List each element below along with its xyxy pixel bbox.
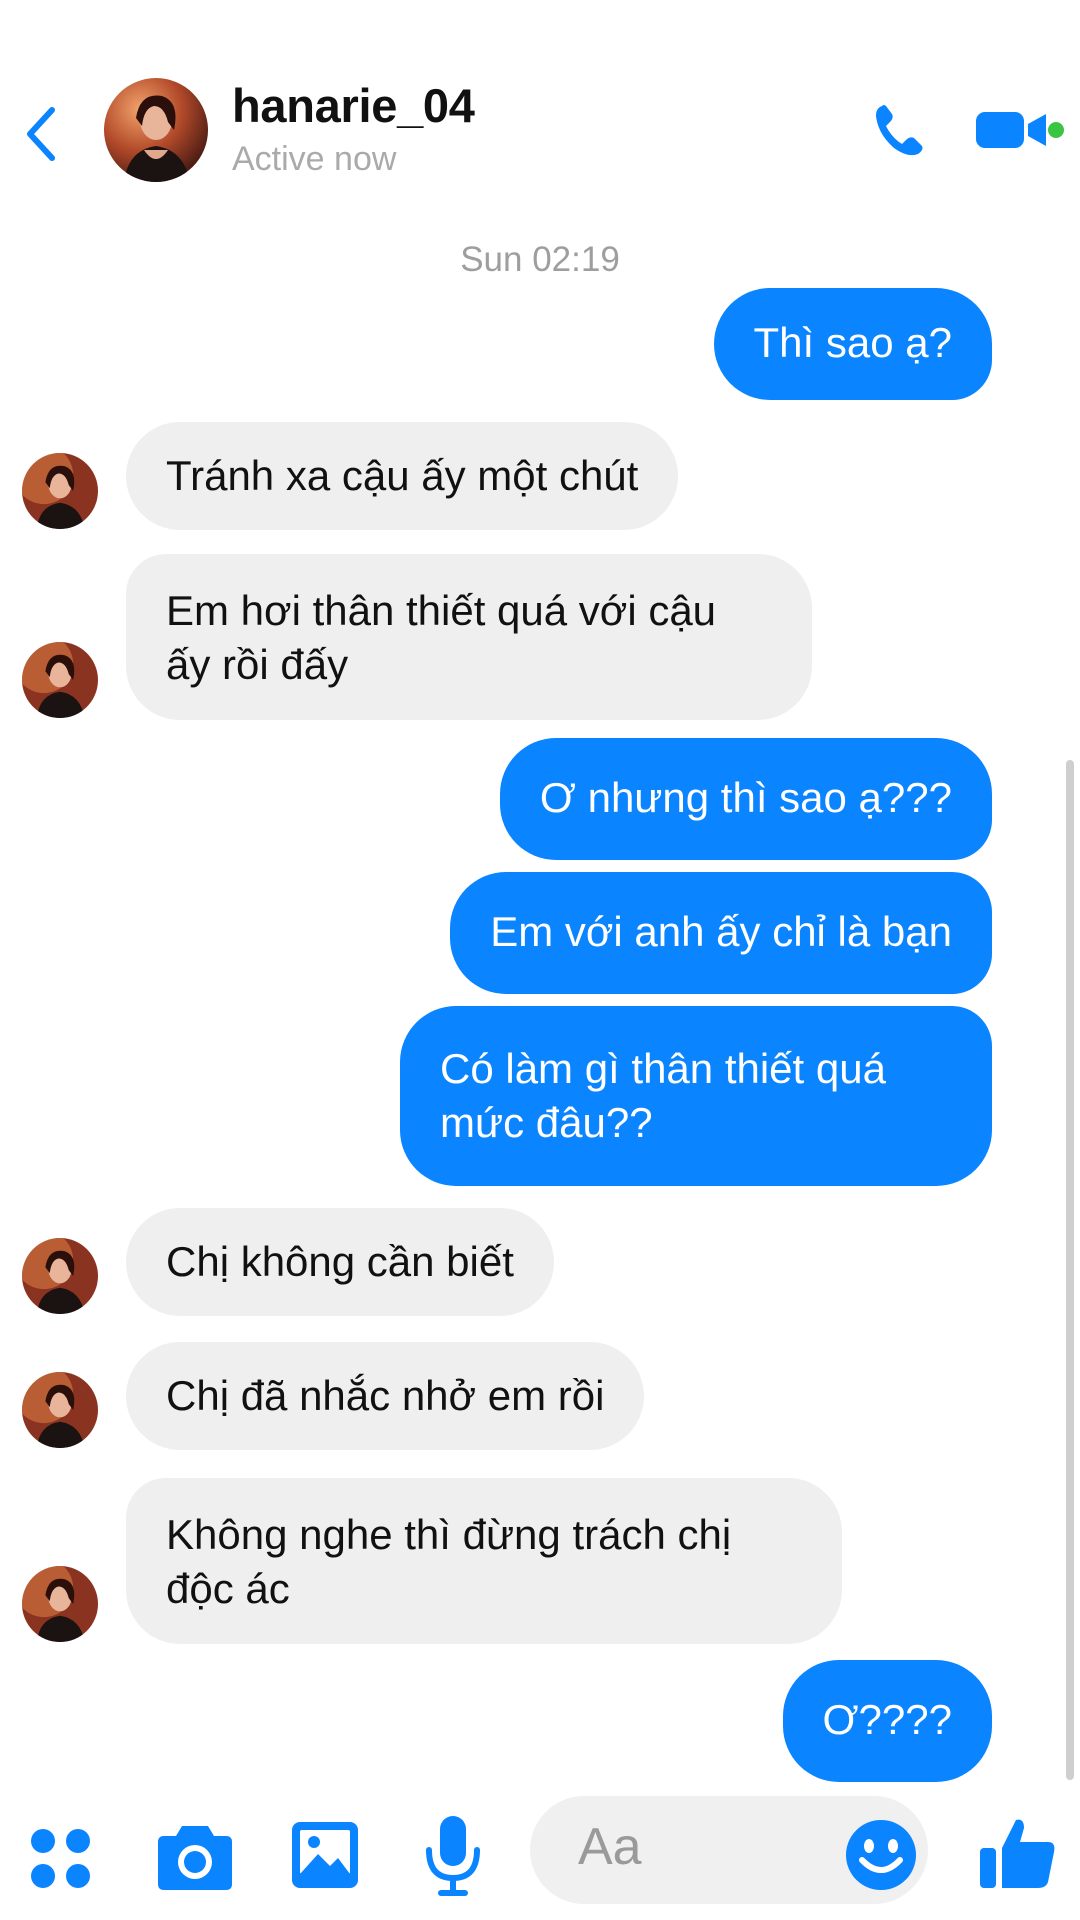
back-chevron-icon[interactable] bbox=[22, 104, 62, 164]
video-camera-icon[interactable] bbox=[976, 106, 1048, 154]
sender-avatar bbox=[22, 1372, 98, 1448]
apps-grid-icon[interactable] bbox=[28, 1826, 98, 1896]
phone-icon[interactable] bbox=[868, 100, 928, 160]
received-message[interactable]: Không nghe thì đừng trách chị độc ác bbox=[126, 1478, 842, 1644]
sent-message[interactable]: Có làm gì thân thiết quá mức đâu?? bbox=[400, 1006, 992, 1186]
scrollbar[interactable] bbox=[1066, 760, 1074, 1780]
emoji-icon[interactable] bbox=[844, 1818, 918, 1892]
active-status: Active now bbox=[232, 140, 397, 178]
sender-avatar bbox=[22, 453, 98, 529]
gallery-icon[interactable] bbox=[290, 1820, 360, 1890]
sent-message[interactable]: Ơ nhưng thì sao ạ??? bbox=[499, 738, 992, 860]
received-message[interactable]: Chị đã nhắc nhở em rồi bbox=[126, 1342, 645, 1450]
camera-icon[interactable] bbox=[156, 1820, 234, 1892]
message-input-placeholder: Aa bbox=[578, 1818, 642, 1876]
online-indicator bbox=[1048, 122, 1064, 138]
received-message[interactable]: Tránh xa cậu ấy một chút bbox=[126, 422, 679, 530]
sent-message[interactable]: Ơ???? bbox=[782, 1660, 992, 1782]
sent-message[interactable]: Em với anh ấy chỉ là bạn bbox=[450, 872, 992, 994]
sender-avatar bbox=[22, 642, 98, 718]
thumbs-up-icon[interactable] bbox=[978, 1812, 1058, 1892]
message-timestamp: Sun 02:19 bbox=[460, 240, 620, 279]
chat-header: hanarie_04 Active now bbox=[0, 0, 1080, 200]
sender-avatar bbox=[22, 1566, 98, 1642]
microphone-icon[interactable] bbox=[424, 1814, 482, 1898]
contact-avatar[interactable] bbox=[104, 78, 208, 182]
received-message[interactable]: Chị không cần biết bbox=[126, 1208, 554, 1316]
sent-message[interactable]: Thì sao ạ? bbox=[713, 288, 992, 400]
contact-name[interactable]: hanarie_04 bbox=[232, 78, 475, 133]
sender-avatar bbox=[22, 1238, 98, 1314]
received-message[interactable]: Em hơi thân thiết quá với cậu ấy rồi đấy bbox=[126, 554, 812, 720]
